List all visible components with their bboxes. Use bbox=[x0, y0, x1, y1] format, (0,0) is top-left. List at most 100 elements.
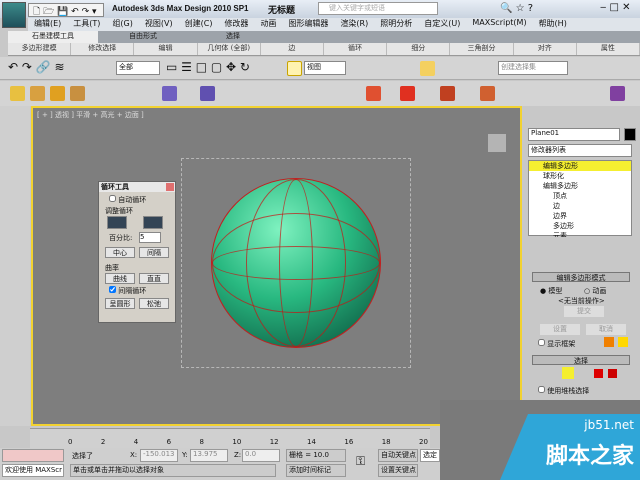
show-cage-checkbox[interactable] bbox=[538, 339, 545, 346]
tool-icon[interactable] bbox=[10, 86, 25, 101]
straight-button[interactable]: 直直 bbox=[139, 273, 169, 284]
tab-selection[interactable]: 选择 bbox=[188, 31, 278, 43]
x-coord[interactable]: -150.013 bbox=[140, 449, 178, 462]
app-logo[interactable] bbox=[2, 2, 26, 28]
named-selection-set[interactable]: 创建选择集 bbox=[498, 61, 568, 75]
set-key-button[interactable]: 设置关键点 bbox=[378, 464, 418, 477]
percent-input[interactable]: 5 bbox=[139, 232, 161, 243]
key-icon[interactable]: ⚿ bbox=[356, 454, 365, 469]
welcome-text[interactable]: 欢迎使用 MAXScr bbox=[2, 464, 64, 477]
ref-coord-select[interactable]: 视图 bbox=[304, 61, 346, 75]
quick-access-toolbar[interactable]: 🗋 🗁 💾 ↶ ↷ ▾ bbox=[28, 3, 104, 17]
auto-key-button[interactable]: 自动关键点 bbox=[378, 449, 418, 462]
menu-item[interactable]: 创建(C) bbox=[185, 18, 213, 31]
help-icons[interactable]: 🔍 ☆ ? bbox=[500, 3, 533, 14]
angle-snap-icon[interactable] bbox=[420, 61, 435, 76]
tool-icon[interactable] bbox=[70, 86, 85, 101]
object-name-field[interactable]: Plane01 bbox=[528, 128, 620, 141]
loop-icon-button[interactable] bbox=[143, 216, 163, 229]
sphere-object[interactable] bbox=[211, 178, 381, 348]
key-filter-select[interactable]: 选定 bbox=[420, 449, 440, 462]
cancel-button[interactable]: 取消 bbox=[586, 324, 626, 335]
spacing-button[interactable]: 间隔 bbox=[139, 247, 169, 258]
space-loop-checkbox[interactable] bbox=[109, 286, 116, 293]
maxscript-listener[interactable] bbox=[2, 449, 64, 462]
settings-button[interactable]: 设置 bbox=[540, 324, 580, 335]
tool-icon[interactable] bbox=[480, 86, 495, 101]
perspective-viewport[interactable]: [ + ] 透视 ] 平滑 + 高光 + 边面 ] 循环工具 自动循环 调整循环… bbox=[31, 106, 522, 426]
tab-graphite[interactable]: 石墨建模工具 bbox=[8, 31, 98, 43]
edge-mode-icon[interactable] bbox=[562, 367, 574, 379]
modifier-list-dropdown[interactable]: 修改器列表 bbox=[528, 144, 632, 157]
tool-icon[interactable] bbox=[610, 86, 625, 101]
circle-button[interactable]: 呈圆形 bbox=[105, 298, 135, 309]
cage-color-swatch[interactable] bbox=[604, 337, 614, 347]
search-input[interactable]: 键入关键字或短语 bbox=[318, 2, 438, 15]
y-coord[interactable]: 13.975 bbox=[190, 449, 228, 462]
stack-item[interactable]: 编辑多边形 bbox=[529, 161, 631, 171]
menu-item[interactable]: 帮助(H) bbox=[539, 18, 567, 31]
stack-item[interactable]: 边界 bbox=[529, 211, 631, 221]
selection-filter[interactable]: 全部 bbox=[116, 61, 160, 75]
curve-button[interactable]: 曲线 bbox=[105, 273, 135, 284]
rollout-edit-poly-mode[interactable]: 编辑多边形模式 bbox=[532, 272, 630, 282]
stack-item[interactable]: 球形化 bbox=[529, 171, 631, 181]
add-time-tag[interactable]: 添加时间标记 bbox=[286, 464, 346, 477]
viewport-label[interactable]: [ + ] 透视 ] 平滑 + 高光 + 边面 ] bbox=[37, 110, 144, 120]
menu-item[interactable]: 自定义(U) bbox=[424, 18, 460, 31]
model-radio[interactable]: ● 模型 bbox=[540, 286, 562, 296]
animate-radio[interactable]: ○ 动画 bbox=[584, 286, 606, 296]
tool-icon[interactable] bbox=[400, 86, 415, 101]
scale-icon[interactable] bbox=[287, 61, 302, 76]
tool-icon[interactable] bbox=[366, 86, 381, 101]
panel[interactable]: 边 bbox=[261, 43, 325, 55]
stack-item[interactable]: 编辑多边形 bbox=[529, 181, 631, 191]
stack-item[interactable]: 元素 bbox=[529, 231, 631, 237]
loop-icon-button[interactable] bbox=[107, 216, 127, 229]
menu-item[interactable]: 视图(V) bbox=[145, 18, 173, 31]
window-controls[interactable]: ‒ □ ✕ bbox=[600, 2, 631, 13]
menu-item[interactable]: 渲染(R) bbox=[340, 18, 368, 31]
select-tools-icons[interactable]: ▭ ☰ □ ▢ ✥ ↻ bbox=[166, 60, 250, 74]
tool-icon[interactable] bbox=[50, 86, 65, 101]
stack-item[interactable]: 边 bbox=[529, 201, 631, 211]
viewcube-icon[interactable] bbox=[488, 134, 506, 152]
panel[interactable]: 三角剖分 bbox=[450, 43, 514, 55]
menu-item[interactable]: 照明分析 bbox=[380, 18, 412, 31]
cage-selected-color-swatch[interactable] bbox=[618, 337, 628, 347]
menu-item[interactable]: 组(G) bbox=[112, 18, 132, 31]
tool-icon[interactable] bbox=[162, 86, 177, 101]
panel[interactable]: 几何体 (全部) bbox=[198, 43, 261, 55]
element-mode-icon[interactable] bbox=[608, 369, 617, 378]
panel[interactable]: 编辑 bbox=[134, 43, 198, 55]
panel[interactable]: 对齐 bbox=[514, 43, 577, 55]
tool-icon[interactable] bbox=[30, 86, 45, 101]
object-color-swatch[interactable] bbox=[624, 128, 636, 141]
menu-item[interactable]: 动画 bbox=[260, 18, 276, 31]
panel[interactable]: 循环 bbox=[324, 43, 388, 55]
tool-icon[interactable] bbox=[440, 86, 455, 101]
tab-freeform[interactable]: 自由形式 bbox=[98, 31, 188, 43]
panel[interactable]: 多边形建模 bbox=[8, 43, 72, 55]
menu-item[interactable]: MAXScript(M) bbox=[472, 18, 526, 31]
menu-item[interactable]: 工具(T) bbox=[73, 18, 100, 31]
menu-item[interactable]: 图形编辑器 bbox=[288, 18, 328, 31]
tool-icon[interactable] bbox=[200, 86, 215, 101]
use-stack-checkbox[interactable] bbox=[538, 386, 545, 393]
stack-item[interactable]: 多边形 bbox=[529, 221, 631, 231]
menu-item[interactable]: 编辑(E) bbox=[34, 18, 61, 31]
stack-item[interactable]: 顶点 bbox=[529, 191, 631, 201]
panel[interactable]: 细分 bbox=[387, 43, 451, 55]
auto-loop-checkbox[interactable] bbox=[109, 195, 116, 202]
polygon-mode-icon[interactable] bbox=[594, 369, 603, 378]
relax-button[interactable]: 松弛 bbox=[139, 298, 169, 309]
panel[interactable]: 属性 bbox=[577, 43, 640, 55]
menu-item[interactable]: 修改器 bbox=[224, 18, 248, 31]
left-tool-strip[interactable] bbox=[0, 106, 30, 426]
commit-button[interactable]: 提交 bbox=[564, 306, 604, 317]
modifier-stack[interactable]: 编辑多边形 球形化 编辑多边形 顶点 边 边界 多边形 元素 bbox=[528, 160, 632, 237]
close-icon[interactable] bbox=[166, 183, 174, 191]
undo-redo-icons[interactable]: ↶ ↷ 🔗 ≋ bbox=[8, 60, 65, 74]
center-button[interactable]: 中心 bbox=[105, 247, 135, 258]
z-coord[interactable]: 0.0 bbox=[242, 449, 280, 462]
